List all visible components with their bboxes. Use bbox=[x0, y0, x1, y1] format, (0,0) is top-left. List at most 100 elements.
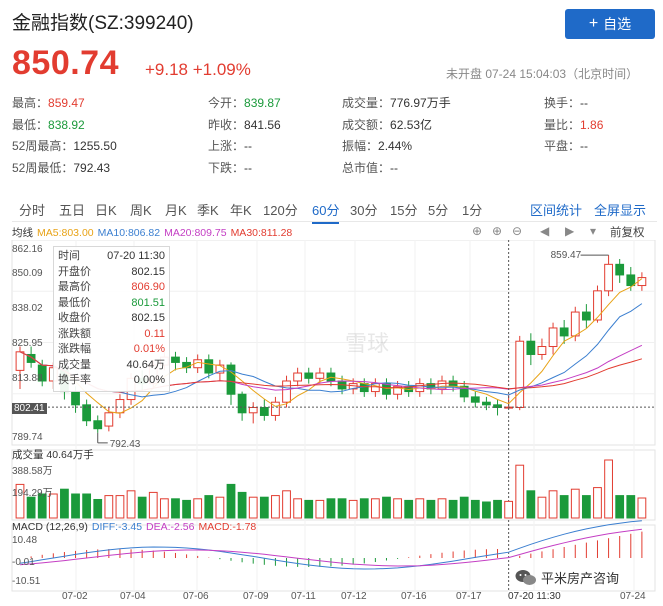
candle-body bbox=[237, 393, 247, 414]
stats-row: 52周最低：792.43 下跌：-- 总市值：-- bbox=[12, 159, 652, 181]
fullscreen-link[interactable]: 全屏显示 bbox=[594, 200, 646, 219]
ma-legend-item: MA20:809.75 bbox=[164, 227, 227, 239]
tooltip-row: 涨跌额 0.11 bbox=[58, 327, 165, 343]
high-annotation: 859.47 bbox=[551, 250, 582, 261]
tab-period[interactable]: 60分 bbox=[312, 200, 340, 224]
tab-period[interactable]: 分时 bbox=[19, 200, 45, 219]
time-axis-label: 07-06 bbox=[183, 591, 209, 602]
time-axis-label: 07-17 bbox=[456, 591, 482, 602]
candle-body bbox=[559, 327, 569, 337]
tooltip-value: 802.15 bbox=[131, 265, 165, 278]
volume-axis-label: 388.58万 bbox=[12, 466, 53, 477]
price-axis-label: 825.95 bbox=[12, 338, 43, 349]
volume-bar bbox=[615, 495, 625, 519]
tab-period[interactable]: 季K bbox=[197, 200, 219, 219]
candle-body bbox=[15, 351, 25, 371]
tooltip-row: 时间 07-20 11:30 bbox=[58, 249, 165, 265]
stat-label: 52周最低： bbox=[12, 160, 74, 175]
stat-item: 振幅：2.44% bbox=[342, 137, 412, 154]
time-axis-label: 07-09 bbox=[243, 591, 269, 602]
tab-period[interactable]: 五日 bbox=[59, 200, 85, 219]
tab-period[interactable]: 30分 bbox=[350, 200, 377, 219]
tooltip-key: 收盘价 bbox=[58, 312, 91, 324]
search-icon[interactable]: ⊕ bbox=[472, 224, 482, 238]
tooltip-value: 0.01% bbox=[133, 343, 165, 355]
volume-bar bbox=[482, 501, 491, 519]
stat-label: 成交量： bbox=[342, 96, 391, 110]
range-stats-link[interactable]: 区间统计 bbox=[530, 200, 582, 219]
volume-bar bbox=[248, 496, 258, 519]
tab-period[interactable]: 月K bbox=[165, 200, 187, 219]
tooltip-row: 开盘价 802.15 bbox=[58, 265, 165, 281]
macd-legend-item: MACD:-1.78 bbox=[198, 521, 257, 533]
tooltip-row: 涨跌幅 0.01% bbox=[58, 342, 165, 358]
candle-body bbox=[259, 406, 269, 416]
stock-title: 金融指数(SZ:399240) bbox=[12, 13, 194, 34]
add-watchlist-button[interactable]: + 自选 bbox=[565, 9, 655, 39]
price-axis-label: 838.02 bbox=[12, 303, 43, 314]
price-axis-label: 862.16 bbox=[12, 244, 43, 255]
tab-period[interactable]: 日K bbox=[95, 200, 117, 219]
volume-bar bbox=[104, 495, 114, 519]
stat-label: 下跌： bbox=[208, 160, 245, 175]
volume-axis-label: 194.29万 bbox=[12, 488, 53, 499]
macd-legend: MACD (12,26,9) DIFF:-3.45 DEA:-2.56 MACD:-1… bbox=[12, 521, 260, 533]
restore-select[interactable]: 前复权 bbox=[610, 224, 645, 240]
add-watchlist-label: 自选 bbox=[603, 16, 632, 32]
stat-item: 下跌：-- bbox=[208, 159, 252, 176]
volume-label: 成交量 40.64万手 bbox=[12, 449, 94, 461]
candle-body bbox=[526, 340, 536, 355]
tab-period[interactable]: 年K bbox=[230, 200, 252, 219]
volume-bar bbox=[548, 490, 558, 519]
candle-body bbox=[548, 327, 558, 348]
stat-item: 成交额：62.53亿 bbox=[342, 116, 432, 133]
candle-body bbox=[93, 420, 103, 430]
macd-legend-item: DIFF:-3.45 bbox=[91, 521, 143, 533]
volume-bar bbox=[226, 483, 236, 519]
stat-item: 成交量：776.97万手 bbox=[342, 94, 451, 111]
candle-body bbox=[604, 263, 613, 292]
zoom-out-icon[interactable]: ⊖ bbox=[512, 224, 522, 238]
volume-bar bbox=[581, 495, 591, 519]
candle-body bbox=[537, 346, 547, 355]
macd-axis-label: -0.01 bbox=[12, 557, 35, 568]
market-status: 未开盘 07-24 15:04:03（北京时间） bbox=[446, 67, 639, 81]
stat-value: 62.53亿 bbox=[390, 117, 433, 132]
stat-value: -- bbox=[390, 160, 399, 175]
stat-label: 平盘： bbox=[544, 139, 581, 153]
stat-value: 839.87 bbox=[244, 96, 281, 110]
low-annotation: 792.43 bbox=[110, 439, 141, 450]
tooltip-row: 换手率 0.00% bbox=[58, 373, 165, 389]
tab-period[interactable]: 120分 bbox=[263, 200, 298, 219]
tooltip-row: 成交量 40.64万 bbox=[58, 358, 165, 374]
stat-label: 52周最高： bbox=[12, 139, 74, 153]
period-tabs: 分时 五日 日K 周K 月K 季K 年K 120分 60分 30分 15分 5分 1分 区间统计 全屏显示 bbox=[12, 196, 657, 224]
volume-bar bbox=[304, 499, 314, 519]
candle-body bbox=[615, 263, 625, 276]
price-axis-label: 789.74 bbox=[12, 432, 43, 443]
volume-bar bbox=[570, 488, 580, 519]
volume-bar bbox=[370, 498, 380, 519]
tooltip-row: 最低价 801.51 bbox=[58, 296, 165, 312]
tab-period[interactable]: 15分 bbox=[390, 200, 417, 219]
stat-label: 总市值： bbox=[342, 160, 391, 175]
chevron-down-icon[interactable]: ▾ bbox=[590, 224, 596, 238]
volume-bar bbox=[437, 498, 447, 519]
tab-period[interactable]: 5分 bbox=[428, 200, 448, 219]
macd-legend-item: MACD (12,26,9) bbox=[12, 521, 88, 533]
candle-body bbox=[104, 412, 114, 427]
stat-label: 换手： bbox=[544, 96, 581, 110]
tab-period[interactable]: 1分 bbox=[462, 200, 482, 219]
candle-body bbox=[581, 311, 591, 321]
stat-label: 最高： bbox=[12, 96, 49, 110]
pan-left-icon[interactable]: ◀ bbox=[540, 224, 549, 238]
tooltip-value: 0.11 bbox=[144, 327, 165, 340]
zoom-in-icon[interactable]: ⊕ bbox=[492, 224, 502, 238]
ma-legend-item: MA30:811.28 bbox=[230, 227, 293, 239]
tab-period[interactable]: 周K bbox=[130, 200, 152, 219]
time-axis-label: 07-16 bbox=[401, 591, 427, 602]
pan-right-icon[interactable]: ▶ bbox=[565, 224, 574, 238]
time-axis-label: 07-24 bbox=[620, 591, 646, 602]
volume-bar bbox=[148, 491, 158, 519]
volume-bar bbox=[526, 490, 536, 519]
